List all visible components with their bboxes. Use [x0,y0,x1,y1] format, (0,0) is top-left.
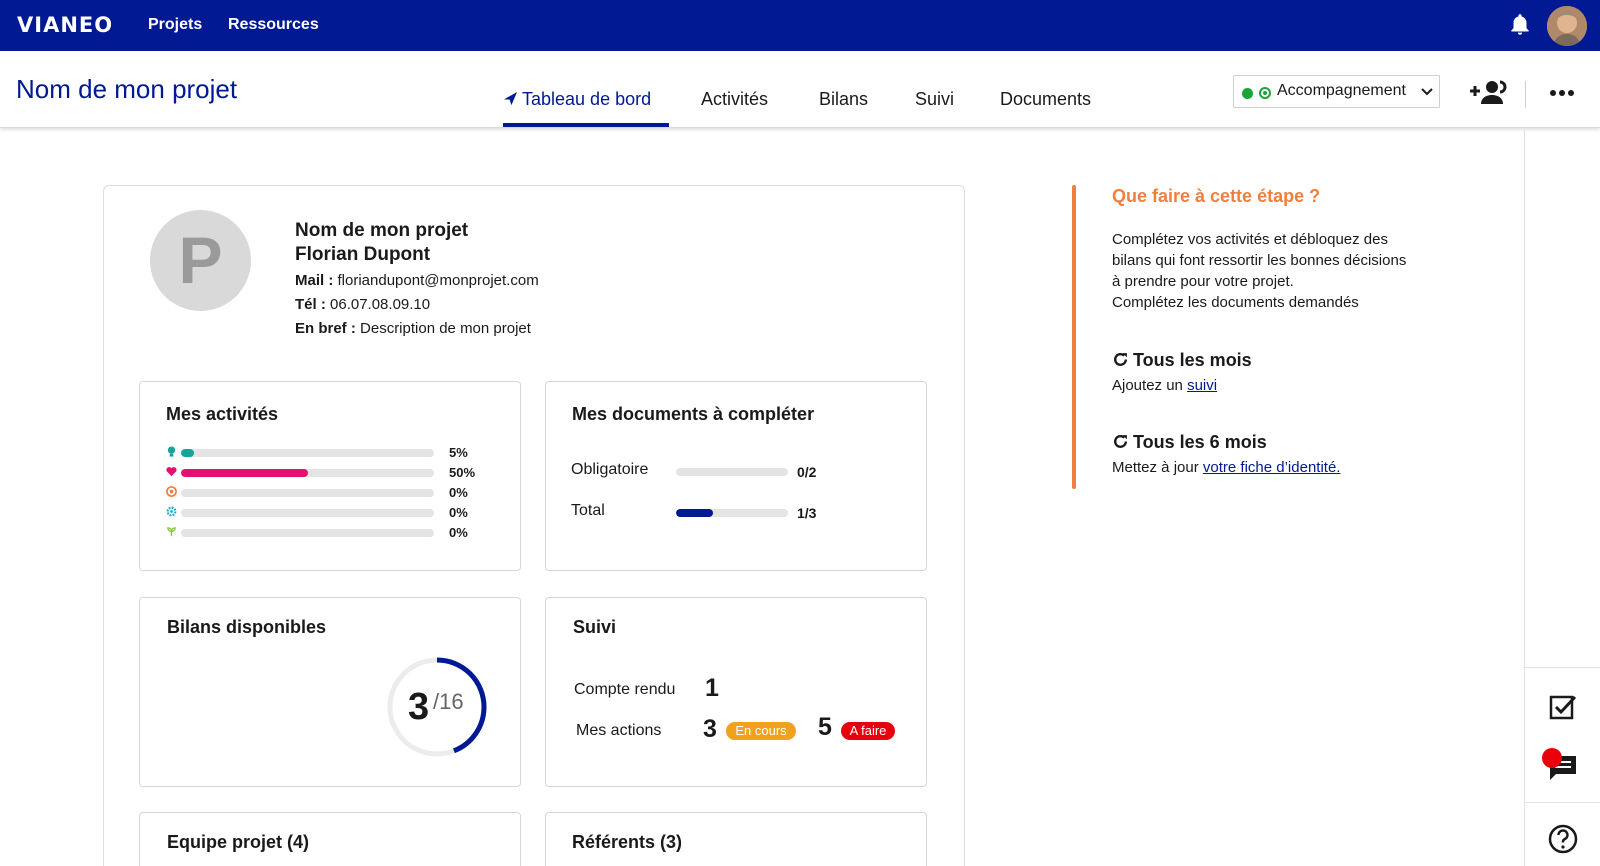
en-cours-count: 3 [703,715,717,743]
a-faire-badge: A faire [841,722,895,740]
notification-dot [1542,748,1562,768]
compte-rendu-count: 1 [705,674,719,702]
status-dropdown[interactable]: Accompagnement [1233,75,1440,108]
activity-percent: 0% [449,505,468,520]
help-text-line: Complétez vos activités et débloquez des [1112,231,1388,248]
active-tab-indicator [503,123,669,127]
right-rail-border [1524,128,1525,866]
profile-mail: Mail : floriandupont@monprojet.com [295,272,539,289]
tel-label: Tél : [295,296,326,313]
bref-value: Description de mon projet [360,320,531,337]
activity-percent: 50% [449,465,476,480]
six-months-prefix: Mettez à jour [1112,459,1199,476]
navigation-arrow-icon [503,91,518,106]
referents-title: Référents (3) [572,832,683,852]
add-user-icon[interactable] [1469,79,1507,105]
bilans-available-count: 3 [408,686,430,728]
help-title: Que faire à cette étape ? [1112,186,1321,206]
help-text-line: bilans qui font ressortir les bonnes déc… [1112,252,1407,269]
tel-value: 06.07.08.09.10 [330,296,431,313]
rail-divider [1525,802,1600,803]
tab-suivi[interactable]: Suivi [915,89,954,110]
documents-total-label: Total [571,502,605,519]
activity-progress-fill [181,469,308,477]
help-accent-bar [1072,185,1076,489]
help-text-line: Complétez les documents demandés [1112,294,1359,311]
status-ring-icon [1259,87,1271,99]
bell-icon[interactable] [1507,12,1533,38]
six-months-heading: Tous les 6 mois [1112,432,1267,453]
project-header: Nom de mon projet Tableau de bord Activi… [0,51,1600,128]
six-months-title: Tous les 6 mois [1133,432,1267,452]
user-avatar[interactable] [1547,6,1587,46]
tab-tableau-de-bord[interactable]: Tableau de bord [503,89,651,110]
activity-progress-bar [181,469,434,477]
tab-documents[interactable]: Documents [1000,89,1091,110]
suivi-link[interactable]: suivi [1187,377,1217,394]
documents-title: Mes documents à compléter [572,404,815,424]
top-navigation-bar: VIANEO Projets Ressources [0,0,1600,51]
monthly-text: Ajoutez un suivi [1112,377,1217,394]
monthly-title: Tous les mois [1133,350,1252,370]
lightbulb-icon [167,446,176,457]
activity-progress-fill [181,449,194,457]
help-text-line: à prendre pour votre projet. [1112,273,1294,290]
compte-rendu-label: Compte rendu [574,681,676,698]
vianeo-logo[interactable]: VIANEO [17,13,113,37]
activities-title: Mes activités [166,404,279,424]
documents-required-label: Obligatoire [571,461,649,478]
bilans-total-count: /16 [433,689,464,714]
profile-project-name: Nom de mon projet [295,220,469,241]
project-avatar: P [150,210,251,311]
tab-activites[interactable]: Activités [701,89,768,110]
documents-progress-bar [676,509,788,517]
activity-progress-bar [181,449,434,457]
profile-person-name: Florian Dupont [295,244,431,265]
documents-progress-bar [676,468,788,476]
tab-label: Tableau de bord [522,89,652,109]
chevron-down-icon [1421,88,1433,96]
profile-bref: En bref : Description de mon projet [295,320,531,337]
a-faire-count: 5 [818,713,832,741]
project-title: Nom de mon projet [16,74,238,104]
globe-icon [166,486,177,497]
suivi-title: Suivi [573,617,617,637]
mail-value: floriandupont@monprojet.com [337,272,539,289]
en-cours-badge: En cours [726,722,796,740]
activity-progress-bar [181,509,434,517]
nav-ressources[interactable]: Ressources [228,16,319,34]
heart-icon [166,467,177,477]
status-value: Accompagnement [1277,82,1406,99]
refresh-icon [1114,435,1127,448]
activity-progress-bar [181,529,434,537]
tab-bilans[interactable]: Bilans [819,89,868,110]
mail-label: Mail : [295,272,334,289]
activity-percent: 0% [449,485,468,500]
documents-total-count: 1/3 [797,505,817,521]
status-dot [1242,88,1253,99]
profile-tel: Tél : 06.07.08.09.10 [295,296,430,313]
activity-progress-bar [181,489,434,497]
equipe-title: Equipe projet (4) [167,832,310,852]
checklist-icon[interactable] [1546,690,1580,724]
activity-percent: 5% [449,445,468,460]
activity-percent: 0% [449,525,468,540]
header-divider [1525,81,1526,108]
help-icon[interactable] [1546,822,1580,856]
nav-projets[interactable]: Projets [148,16,202,34]
rail-divider [1525,667,1600,668]
documents-required-count: 0/2 [797,464,817,480]
plant-icon [167,527,176,537]
more-options-icon[interactable] [1549,89,1575,97]
mes-actions-label: Mes actions [576,722,662,739]
six-months-text: Mettez à jour votre fiche d’identité. [1112,459,1340,476]
fiche-identite-link[interactable]: votre fiche d’identité. [1203,459,1341,476]
documents-progress-fill [676,509,714,517]
monthly-prefix: Ajoutez un [1112,377,1183,394]
refresh-icon [1114,353,1127,366]
bref-label: En bref : [295,320,356,337]
bilans-title: Bilans disponibles [167,617,327,637]
gear-icon [166,506,177,517]
monthly-heading: Tous les mois [1112,350,1252,371]
